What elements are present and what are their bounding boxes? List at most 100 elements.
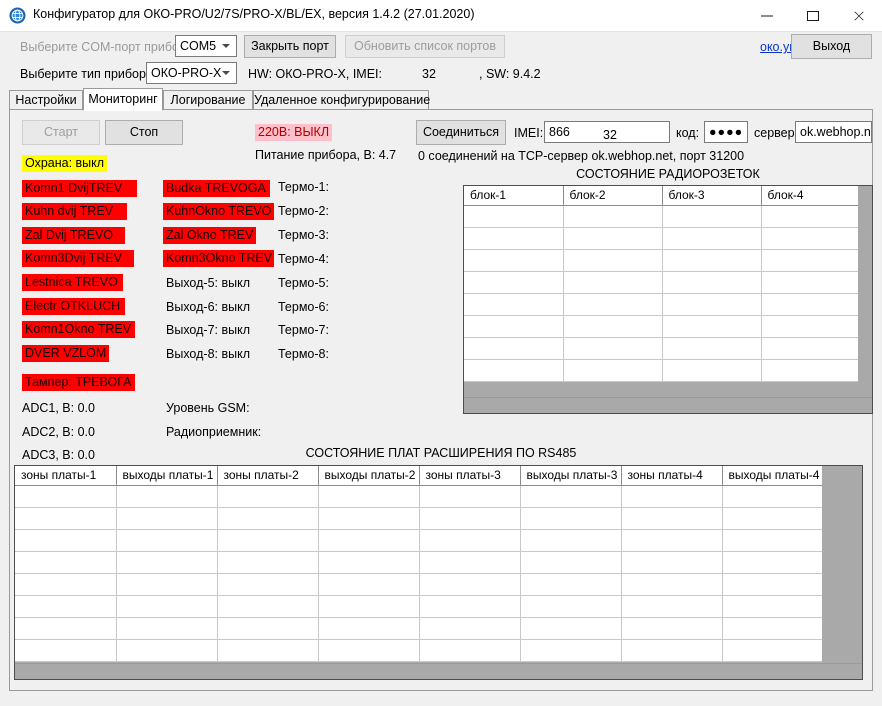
rs485-col-header-1[interactable]: зоны платы-1: [15, 466, 117, 486]
cell[interactable]: [621, 595, 723, 618]
cell[interactable]: [761, 293, 861, 316]
cell[interactable]: [722, 485, 823, 508]
cell[interactable]: [722, 529, 823, 552]
cell[interactable]: [116, 485, 218, 508]
tab-remote-config[interactable]: Удаленное конфигурирование: [253, 90, 430, 110]
cell[interactable]: [662, 205, 762, 228]
cell[interactable]: [761, 359, 861, 382]
table-row[interactable]: [15, 485, 823, 508]
cell[interactable]: [318, 507, 420, 530]
cell[interactable]: [464, 337, 564, 360]
cell[interactable]: [15, 485, 117, 508]
cell[interactable]: [116, 617, 218, 640]
cell[interactable]: [563, 359, 663, 382]
cell[interactable]: [464, 271, 564, 294]
sockets-grid-horizontal-scrollbar[interactable]: [464, 397, 872, 413]
cell[interactable]: [722, 617, 823, 640]
start-button[interactable]: Старт: [22, 120, 100, 145]
rs485-col-header-2[interactable]: выходы платы-1: [116, 466, 218, 486]
cell[interactable]: [464, 227, 564, 250]
cell[interactable]: [662, 249, 762, 272]
table-row[interactable]: [15, 529, 823, 552]
com-port-select[interactable]: COM5: [175, 35, 237, 57]
rs485-col-header-3[interactable]: зоны платы-2: [217, 466, 319, 486]
cell[interactable]: [621, 485, 723, 508]
cell[interactable]: [563, 337, 663, 360]
cell[interactable]: [761, 271, 861, 294]
cell[interactable]: [217, 595, 319, 618]
cell[interactable]: [217, 617, 319, 640]
cell[interactable]: [318, 529, 420, 552]
table-row[interactable]: [15, 551, 823, 574]
cell[interactable]: [318, 639, 420, 662]
tab-logging[interactable]: Логирование: [163, 90, 253, 110]
rs485-grid[interactable]: зоны платы-1 выходы платы-1 зоны платы-2…: [14, 465, 863, 680]
cell[interactable]: [761, 205, 861, 228]
cell[interactable]: [563, 227, 663, 250]
cell[interactable]: [563, 249, 663, 272]
cell[interactable]: [520, 595, 622, 618]
imei-input[interactable]: 866 32: [544, 121, 670, 143]
cell[interactable]: [464, 249, 564, 272]
cell[interactable]: [464, 205, 564, 228]
cell[interactable]: [563, 205, 663, 228]
cell[interactable]: [419, 573, 521, 596]
cell[interactable]: [520, 639, 622, 662]
cell[interactable]: [116, 639, 218, 662]
table-row[interactable]: [464, 205, 861, 228]
cell[interactable]: [662, 271, 762, 294]
cell[interactable]: [217, 485, 319, 508]
cell[interactable]: [217, 507, 319, 530]
close-port-button[interactable]: Закрыть порт: [244, 35, 336, 58]
cell[interactable]: [662, 359, 762, 382]
cell[interactable]: [15, 573, 117, 596]
cell[interactable]: [621, 529, 723, 552]
cell[interactable]: [621, 617, 723, 640]
code-input[interactable]: ●●●●: [704, 121, 748, 143]
cell[interactable]: [318, 617, 420, 640]
radio-sockets-grid[interactable]: блок-1 блок-2 блок-3 блок-4: [463, 185, 873, 414]
cell[interactable]: [15, 617, 117, 640]
cell[interactable]: [761, 249, 861, 272]
cell[interactable]: [662, 293, 762, 316]
cell[interactable]: [217, 529, 319, 552]
rs485-col-header-4[interactable]: выходы платы-2: [318, 466, 420, 486]
cell[interactable]: [722, 551, 823, 574]
cell[interactable]: [419, 551, 521, 574]
cell[interactable]: [419, 485, 521, 508]
cell[interactable]: [520, 485, 622, 508]
cell[interactable]: [318, 595, 420, 618]
table-row[interactable]: [464, 315, 861, 338]
cell[interactable]: [318, 573, 420, 596]
cell[interactable]: [722, 507, 823, 530]
sockets-col-header-2[interactable]: блок-2: [563, 186, 663, 206]
cell[interactable]: [116, 529, 218, 552]
table-row[interactable]: [464, 249, 861, 272]
cell[interactable]: [722, 595, 823, 618]
cell[interactable]: [722, 573, 823, 596]
cell[interactable]: [621, 507, 723, 530]
tab-settings[interactable]: Настройки: [9, 90, 83, 110]
server-input[interactable]: ok.webhop.net: [795, 121, 872, 143]
cell[interactable]: [662, 337, 762, 360]
cell[interactable]: [520, 617, 622, 640]
cell[interactable]: [621, 551, 723, 574]
cell[interactable]: [15, 507, 117, 530]
rs485-col-header-7[interactable]: зоны платы-4: [621, 466, 723, 486]
cell[interactable]: [318, 551, 420, 574]
stop-button[interactable]: Стоп: [105, 120, 183, 145]
cell[interactable]: [621, 639, 723, 662]
cell[interactable]: [520, 573, 622, 596]
sockets-col-header-1[interactable]: блок-1: [464, 186, 564, 206]
table-row[interactable]: [464, 227, 861, 250]
minimize-button[interactable]: [744, 0, 790, 30]
rs485-col-header-6[interactable]: выходы платы-3: [520, 466, 622, 486]
table-row[interactable]: [464, 359, 861, 382]
cell[interactable]: [116, 573, 218, 596]
table-row[interactable]: [464, 337, 861, 360]
close-button[interactable]: [836, 0, 882, 30]
cell[interactable]: [563, 315, 663, 338]
cell[interactable]: [15, 595, 117, 618]
table-row[interactable]: [15, 507, 823, 530]
cell[interactable]: [761, 227, 861, 250]
